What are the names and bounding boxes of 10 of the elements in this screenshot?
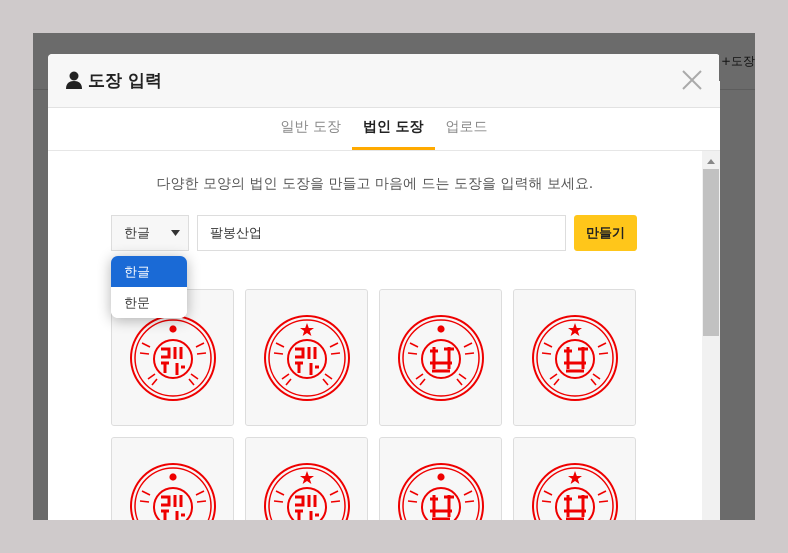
description-text: 다양한 모양의 법인 도장을 만들고 마음에 드는 도장을 입력해 보세요. — [156, 175, 594, 193]
create-button[interactable]: 만들기 — [574, 215, 637, 251]
stamp-tab[interactable]: 일반 도장 — [269, 118, 352, 150]
stamp-tab[interactable]: 법인 도장 — [352, 118, 435, 150]
script-option[interactable]: 한문 — [111, 287, 187, 318]
script-option[interactable]: 한글 — [111, 256, 187, 287]
script-select[interactable]: 한글 — [111, 215, 189, 251]
dialog-title: 도장 입력 — [88, 70, 163, 92]
company-name-field[interactable]: 팔봉산업 — [197, 215, 566, 251]
stamp-tab[interactable]: 업로드 — [434, 118, 499, 150]
